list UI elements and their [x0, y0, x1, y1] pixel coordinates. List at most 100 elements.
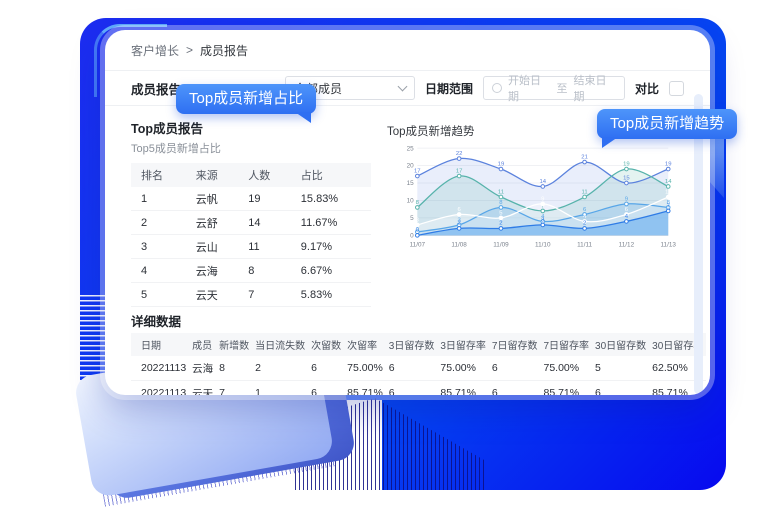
data-point	[416, 234, 420, 238]
table-cell: 85.71%	[540, 381, 592, 396]
data-point-label: 2	[583, 221, 586, 227]
table-cell: 5.83%	[295, 283, 371, 307]
table-cell: 75.00%	[344, 356, 386, 381]
column-header: 7日留存数	[489, 333, 541, 356]
table-cell: 6	[386, 356, 438, 381]
data-point	[499, 167, 503, 171]
table-cell: 7	[242, 283, 295, 307]
column-header: 3日留存数	[386, 333, 438, 356]
data-point-label: 14	[539, 179, 546, 185]
column-header: 来源	[190, 163, 243, 187]
data-point-label: 19	[498, 161, 505, 167]
data-point	[416, 223, 420, 227]
breadcrumb-separator: >	[186, 43, 193, 57]
table-cell: 1	[252, 381, 308, 396]
table-cell: 云山	[190, 235, 243, 259]
table-cell: 6	[489, 356, 541, 381]
table-cell: 云天	[189, 381, 216, 396]
column-header: 成员	[189, 333, 216, 356]
trend-chart-section: Top成员新增趋势 051015202511/0711/0811/0911/10…	[387, 114, 684, 307]
data-point-label: 11	[665, 189, 671, 195]
table-row[interactable]: 3云山119.17%	[131, 235, 371, 259]
table-cell: 2	[252, 356, 308, 381]
column-header: 30日留存数	[592, 333, 649, 356]
table-cell: 云海	[190, 259, 243, 283]
table-row[interactable]: 5云天75.83%	[131, 283, 371, 307]
table-cell: 云帆	[190, 187, 243, 211]
callout-trend: Top成员新增趋势	[597, 109, 737, 139]
x-axis-tick: 11/08	[451, 241, 467, 248]
page-title: 成员报告	[131, 79, 181, 98]
data-point-label: 19	[623, 161, 630, 167]
data-point	[625, 202, 629, 206]
top5-table: 排名来源人数占比1云帆1915.83%2云舒1411.67%3云山119.17%…	[131, 163, 371, 307]
data-point-label: 2	[457, 221, 460, 227]
data-point	[416, 206, 420, 210]
table-cell: 6	[592, 381, 649, 396]
table-cell: 20221113	[131, 356, 189, 381]
table-header-row: 日期成员新增数当日流失数次留数次留率3日留存数3日留存率7日留存数7日留存率30…	[131, 333, 706, 356]
data-point	[625, 220, 629, 224]
table-row[interactable]: 1云帆1915.83%	[131, 187, 371, 211]
date-range-input[interactable]: 开始日期 至 结束日期	[483, 76, 625, 100]
table-cell: 14	[242, 211, 295, 235]
table-row[interactable]: 20221113云天71685.71%685.71%685.71%685.71%	[131, 381, 706, 396]
x-axis-tick: 11/09	[493, 241, 509, 248]
data-point	[457, 157, 461, 161]
table-cell: 3	[131, 235, 190, 259]
x-axis-tick: 11/10	[535, 241, 551, 248]
data-point	[666, 209, 670, 213]
detail-table: 日期成员新增数当日流失数次留数次留率3日留存数3日留存率7日留存数7日留存率30…	[131, 333, 706, 395]
table-row[interactable]: 4云海86.67%	[131, 259, 371, 283]
table-header-row: 排名来源人数占比	[131, 163, 371, 187]
data-point-label: 7	[667, 203, 670, 209]
date-end-placeholder: 结束日期	[573, 72, 616, 104]
data-point-label: 21	[581, 154, 588, 160]
data-point-label: 15	[623, 175, 630, 181]
table-cell: 6	[386, 381, 438, 396]
table-cell: 6	[308, 381, 344, 396]
x-axis-tick: 11/11	[577, 241, 592, 248]
data-point-label: 11	[582, 189, 588, 195]
y-axis-tick: 10	[407, 198, 415, 205]
table-cell: 2	[131, 211, 190, 235]
compare-label: 对比	[635, 80, 659, 97]
data-point	[499, 216, 503, 220]
data-point	[457, 227, 461, 231]
column-header: 次留率	[344, 333, 386, 356]
table-cell: 6	[308, 356, 344, 381]
data-point	[499, 195, 503, 199]
date-range-label: 日期范围	[425, 80, 473, 97]
breadcrumb-current: 成员报告	[200, 42, 248, 59]
table-row[interactable]: 20221113云海82675.00%675.00%675.00%562.50%	[131, 356, 706, 381]
table-cell: 7	[216, 381, 252, 396]
y-axis-tick: 20	[407, 163, 415, 170]
column-header: 排名	[131, 163, 190, 187]
data-point-label: 11	[498, 189, 504, 195]
table-cell: 20221113	[131, 381, 189, 396]
x-axis-tick: 11/12	[619, 241, 635, 248]
table-cell: 4	[131, 259, 190, 283]
compare-checkbox[interactable]	[669, 81, 684, 96]
table-cell: 15.83%	[295, 187, 371, 211]
panel-scrollbar[interactable]	[694, 94, 703, 394]
column-header: 占比	[295, 163, 371, 187]
breadcrumb: 客户增长 > 成员报告	[105, 30, 710, 71]
table-cell: 19	[242, 187, 295, 211]
table-row[interactable]: 2云舒1411.67%	[131, 211, 371, 235]
table-cell: 85.71%	[437, 381, 489, 396]
trend-line-chart[interactable]: 051015202511/0711/0811/0911/1011/1111/12…	[387, 139, 684, 259]
top5-section: Top成员报告 Top5成员新增占比 排名来源人数占比1云帆1915.83%2云…	[131, 114, 371, 307]
data-point	[416, 174, 420, 178]
table-cell: 云海	[189, 356, 216, 381]
column-header: 日期	[131, 333, 189, 356]
breadcrumb-parent[interactable]: 客户增长	[131, 42, 179, 59]
data-point	[666, 185, 670, 189]
column-header: 3日留存率	[437, 333, 489, 356]
data-point	[666, 195, 670, 199]
table-cell: 云舒	[190, 211, 243, 235]
table-cell: 6	[489, 381, 541, 396]
data-point	[583, 160, 587, 164]
x-axis-tick: 11/07	[410, 241, 426, 248]
table-cell: 9.17%	[295, 235, 371, 259]
